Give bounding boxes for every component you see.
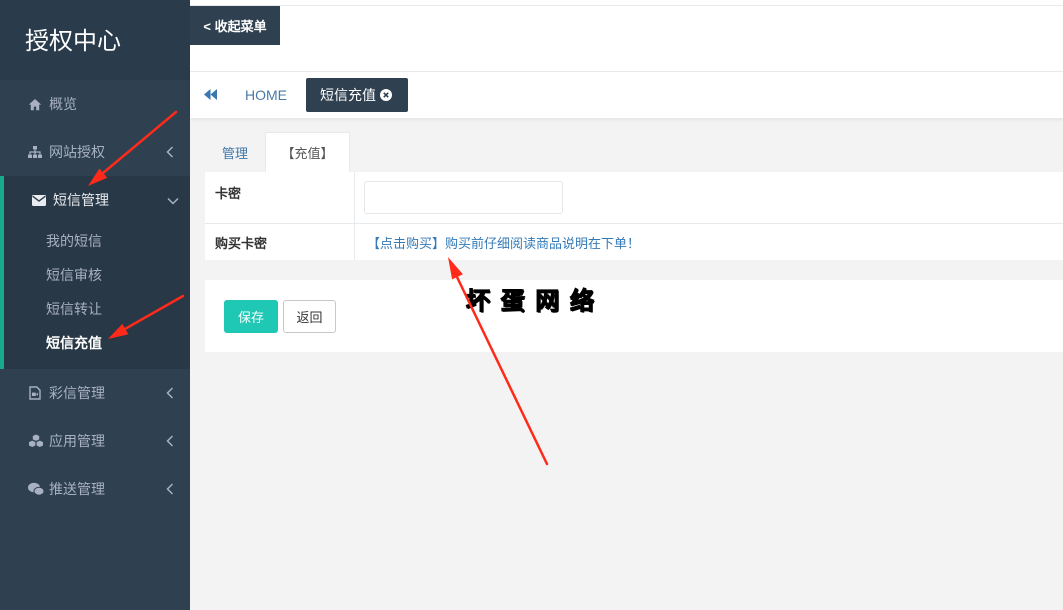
sidebar-subitem-label: 短信转让 (46, 301, 102, 317)
top-header: < 收起菜单 (190, 0, 1063, 72)
tabs-scroll-left-button[interactable] (190, 72, 230, 118)
sidebar-item-mms-management[interactable]: 彩信管理 (0, 369, 190, 417)
watermark-text: 坏 蛋 网 络 (465, 288, 597, 316)
app-title: 授权中心 (25, 28, 121, 55)
sidebar-subitem-sms-review[interactable]: 短信审核 (4, 258, 190, 292)
sitemap-icon (28, 145, 42, 159)
chevron-left-icon (166, 387, 174, 399)
tab-manage[interactable]: 管理 (205, 132, 265, 172)
card-key-input[interactable] (364, 181, 563, 214)
sidebar-item-label: 概览 (49, 96, 77, 112)
recharge-form: 卡密 购买卡密 【点击购买】购买前仔细阅读商品说明在下单！ (205, 172, 1063, 260)
sidebar-item-label: 网站授权 (49, 144, 105, 160)
header-divider (190, 5, 1063, 6)
buy-card-link[interactable]: 【点击购买】购买前仔细阅读商品说明在下单！ (367, 224, 640, 260)
sidebar-group-sms: 短信管理 我的短信 短信审核 短信转让 短信充值 (0, 176, 190, 369)
sidebar-item-overview[interactable]: 概览 (0, 80, 190, 128)
sidebar-subitem-sms-recharge[interactable]: 短信充值 (4, 326, 190, 360)
chevron-left-icon (166, 146, 174, 158)
sidebar-subitem-label: 短信审核 (46, 267, 102, 283)
home-icon (28, 97, 42, 111)
sidebar-subitem-label: 我的短信 (46, 233, 102, 249)
sidebar-subitem-sms-transfer[interactable]: 短信转让 (4, 292, 190, 326)
sidebar-subitem-my-sms[interactable]: 我的短信 (4, 224, 190, 258)
form-tabs: 管理 【充值】 (205, 132, 1063, 172)
chevron-left-icon (166, 435, 174, 447)
buy-card-label: 购买卡密 (205, 224, 355, 260)
sidebar-item-sms-management[interactable]: 短信管理 (4, 176, 190, 224)
page-tabbar: HOME 短信充值 (190, 72, 1063, 118)
sidebar-item-label: 应用管理 (49, 433, 105, 449)
sidebar-item-label: 彩信管理 (49, 385, 105, 401)
tab-recharge[interactable]: 【充值】 (265, 132, 350, 172)
cubes-icon (28, 434, 44, 448)
tab-label: 短信充值 (320, 87, 376, 103)
envelope-icon (32, 193, 46, 207)
chevron-down-icon (167, 197, 179, 205)
tab-home[interactable]: HOME (245, 72, 287, 118)
close-circle-icon[interactable] (380, 89, 392, 101)
chevron-left-icon (166, 483, 174, 495)
sidebar: 授权中心 概览 网站授权 短信管理 我的短信 短信审核 短信转让 短信充值 彩信… (0, 0, 190, 610)
nav-header: 授权中心 (0, 0, 190, 80)
sidebar-subitem-label: 短信充值 (46, 335, 102, 351)
card-key-label: 卡密 (205, 172, 355, 223)
backward-icon (203, 88, 217, 103)
action-panel: 保存 返回 (205, 280, 1063, 352)
sidebar-item-label: 推送管理 (49, 481, 105, 497)
sidebar-item-push-management[interactable]: 推送管理 (0, 465, 190, 513)
sidebar-item-site-auth[interactable]: 网站授权 (0, 128, 190, 176)
table-row: 卡密 (205, 172, 1063, 223)
sidebar-item-label: 短信管理 (53, 192, 109, 208)
save-button[interactable]: 保存 (224, 300, 278, 333)
sidebar-item-app-management[interactable]: 应用管理 (0, 417, 190, 465)
wechat-icon (28, 482, 44, 496)
collapse-menu-button[interactable]: < 收起菜单 (190, 6, 280, 45)
back-button[interactable]: 返回 (283, 300, 336, 333)
table-row: 购买卡密 【点击购买】购买前仔细阅读商品说明在下单！ (205, 223, 1063, 260)
tab-sms-recharge[interactable]: 短信充值 (306, 78, 408, 112)
file-video-icon (28, 386, 42, 400)
